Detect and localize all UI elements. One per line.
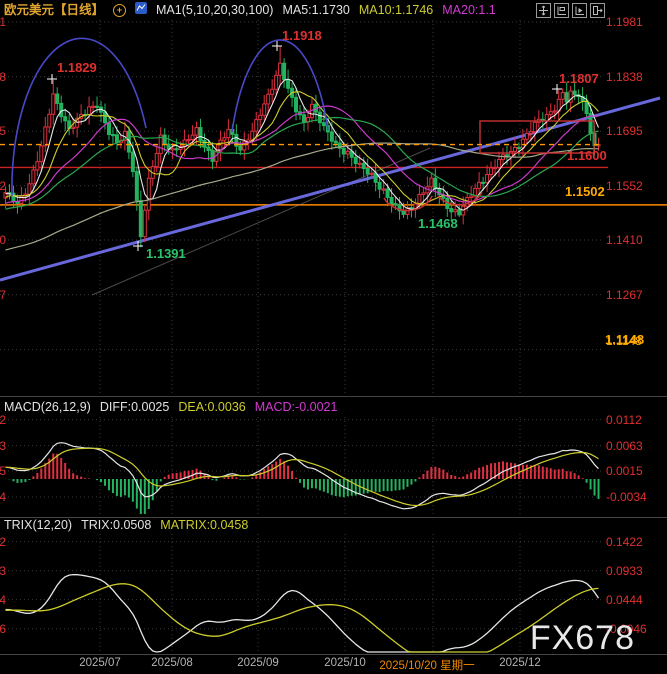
price-annotation: 1.1600 [567, 149, 607, 163]
clipped-axis-label: 1.1267 [0, 288, 7, 302]
y-axis-label: 1.1410 [606, 233, 666, 247]
chart-header: 欧元美元【日线】 + MA1(5,10,20,30,100) MA5:1.173… [4, 2, 543, 18]
watermark: FX678 [530, 619, 635, 658]
y-axis-label: 1.1267 [606, 288, 666, 302]
price-annotation: 1.1918 [282, 29, 322, 43]
exit-tool-icon[interactable] [590, 3, 605, 18]
clipped-axis-label: 1.1410 [0, 233, 7, 247]
x-axis-label: 2025/08 [151, 657, 193, 669]
ma-group-label: MA1(5,10,20,30,100) [156, 3, 273, 18]
playback-tool-icon[interactable] [572, 3, 587, 18]
y-axis-label: 0.0444 [606, 593, 666, 607]
add-indicator-icon[interactable]: + [113, 4, 126, 17]
macd-hist-value: MACD:-0.0021 [255, 400, 338, 414]
mini-chart-icon[interactable] [135, 2, 147, 18]
x-axis-label-selected-date: 2025/10/20 星期一 [379, 657, 474, 673]
clipped-axis-label: 0.0112 [0, 413, 7, 427]
y-axis-label: 0.0112 [606, 413, 666, 427]
macd-dea-value: DEA:0.0036 [178, 400, 245, 414]
price-annotation: 1.1468 [418, 217, 458, 231]
y-axis-label: 0.0063 [606, 439, 666, 453]
price-annotation: 1.1829 [57, 61, 97, 75]
matrix-value: MATRIX:0.0458 [160, 518, 248, 532]
clipped-axis-label: 0.0444 [0, 593, 7, 607]
y-axis-label: -0.0034 [606, 490, 666, 504]
x-axis-label: 2025/10 [324, 657, 366, 669]
symbol-title[interactable]: 欧元美元【日线】 [4, 3, 104, 18]
ma5-value: MA5:1.1730 [282, 3, 349, 18]
y-axis-label: 0.0933 [606, 564, 666, 578]
clipped-axis-label: 0.0933 [0, 564, 7, 578]
macd-title[interactable]: MACD(26,12,9) [4, 400, 91, 414]
price-annotation: 1.1807 [559, 72, 599, 86]
ma10-value: MA10:1.1746 [359, 3, 433, 18]
macd-panel-header: MACD(26,12,9) DIFF:0.0025 DEA:0.0036 MAC… [4, 400, 343, 414]
clipped-axis-label: 1.1552 [0, 179, 7, 193]
move-tool-icon[interactable] [536, 3, 551, 18]
price-annotation: 1.1502 [565, 185, 605, 199]
clipped-axis-label: 1.1838 [0, 70, 7, 84]
trix-title[interactable]: TRIX(12,20) [4, 518, 72, 532]
clipped-axis-label: -0.0046 [0, 622, 7, 636]
x-axis-label: 2025/09 [237, 657, 279, 669]
chart-toolbar [536, 3, 605, 18]
trix-value: TRIX:0.0508 [81, 518, 151, 532]
clipped-axis-label: -0.0034 [0, 490, 7, 504]
chart-canvas[interactable] [0, 0, 667, 674]
price-annotation: 1.1391 [146, 247, 186, 261]
y-axis-label: 1.1838 [606, 70, 666, 84]
trix-panel-header: TRIX(12,20) TRIX:0.0508 MATRIX:0.0458 [4, 518, 254, 532]
macd-diff-value: DIFF:0.0025 [100, 400, 169, 414]
y-axis-label: 0.1422 [606, 535, 666, 549]
clipped-axis-label: 1.1981 [0, 15, 7, 29]
measure-tool-icon[interactable] [554, 3, 569, 18]
clipped-axis-label: 0.0063 [0, 439, 7, 453]
chart-app-window: 欧元美元【日线】 + MA1(5,10,20,30,100) MA5:1.173… [0, 0, 667, 674]
y-axis-label: 0.0015 [606, 464, 666, 478]
clipped-axis-label: 0.1422 [0, 535, 7, 549]
y-axis-label: 1.1981 [606, 15, 666, 29]
clipped-axis-label: 0.0015 [0, 464, 7, 478]
clipped-axis-label: 1.1695 [0, 124, 7, 138]
y-axis-label: 1.1695 [606, 124, 666, 138]
x-axis-label: 2025/07 [79, 657, 121, 669]
y-axis-label: 1.1552 [606, 179, 666, 193]
price-annotation: 1.1148 [605, 333, 644, 347]
x-axis-label: 2025/12 [499, 657, 541, 669]
ma20-value: MA20:1.1 [442, 3, 496, 18]
